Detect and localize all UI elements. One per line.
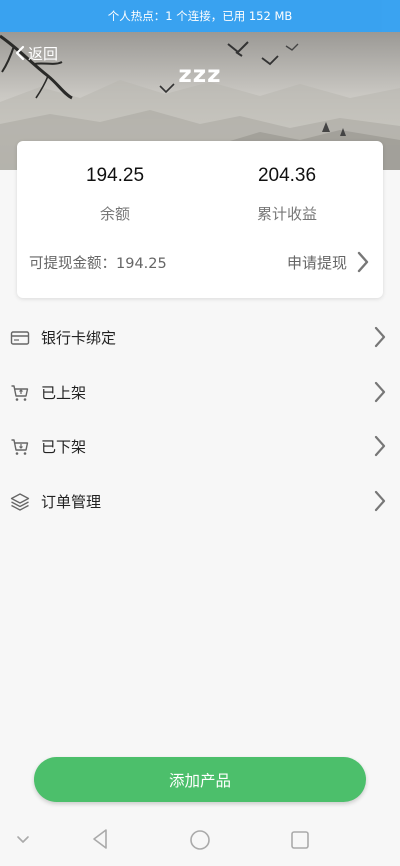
cart-up-icon [11,384,29,401]
chevron-down-icon[interactable] [15,834,31,846]
withdrawable-amount: 可提现金额：194.25 [29,256,167,272]
menu-label-bank-card: 银行卡绑定 [41,329,117,347]
cart-down-icon [11,439,29,455]
menu-label-listed: 已上架 [41,383,87,402]
layers-icon [10,492,30,511]
chevron-right-icon [374,435,386,457]
menu-item-bank-card[interactable]: 银行卡绑定 [0,310,400,365]
apply-withdraw-button[interactable]: 申请提现 [287,249,369,275]
balance-label: 余额 [99,205,130,223]
add-product-label: 添加产品 [168,771,231,790]
menu-item-delisted[interactable]: 已下架 [0,419,400,474]
menu-label-delisted: 已下架 [41,438,87,456]
earnings-value: 204.36 [257,165,317,186]
chevron-right-icon [374,381,386,402]
balance-stat: 194.25 余额 [35,165,195,224]
back-button[interactable]: 返回 [14,42,58,64]
withdraw-row: 可提现金额：194.25 申请提现 [17,249,383,275]
account-summary-card: 194.25 余额 204.36 累计收益 可提现金额：194.25 申请提现 [17,141,383,298]
menu-item-listed[interactable]: 已上架 [0,365,400,420]
menu-label-orders: 订单管理 [41,492,102,511]
chevron-right-icon [374,490,386,511]
chevron-right-icon [374,326,386,348]
home-circle-icon[interactable] [189,829,211,851]
system-navigation-bar [0,814,400,866]
menu-list: 银行卡绑定 已上架 已下架 订单管理 [0,310,400,528]
menu-item-orders[interactable]: 订单管理 [0,474,400,529]
balance-value: 194.25 [85,165,145,186]
apply-withdraw-label: 申请提现 [286,253,347,272]
chevron-right-icon [357,251,369,273]
earnings-stat: 204.36 累计收益 [207,165,367,224]
back-label: 返回 [28,44,59,63]
chevron-left-icon [15,45,25,61]
bank-card-icon [10,331,30,345]
earnings-label: 累计收益 [256,205,317,223]
status-bar: 个人热点：1 个连接，已用 152 MB [0,0,400,32]
page-title: zzz [178,62,222,88]
recents-square-icon[interactable] [290,830,310,850]
back-triangle-icon[interactable] [90,828,110,850]
add-product-button[interactable]: 添加产品 [34,757,366,802]
status-bar-text: 个人热点：1 个连接，已用 152 MB [107,9,293,23]
